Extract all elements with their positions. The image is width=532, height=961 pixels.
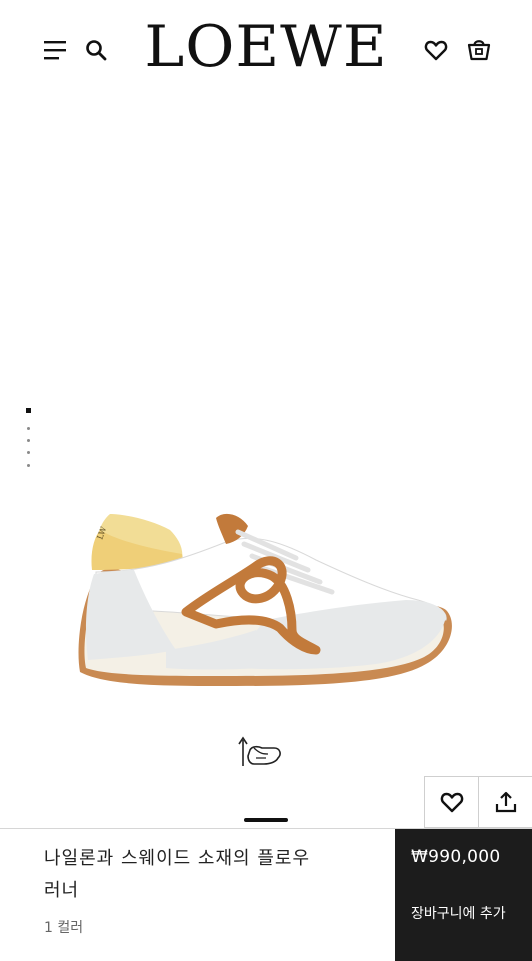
gallery-dot[interactable] xyxy=(27,439,30,442)
wishlist-button[interactable] xyxy=(422,36,450,64)
shopping-bag-button[interactable] xyxy=(464,34,494,64)
gallery-pagination[interactable] xyxy=(26,406,34,470)
brand-logo[interactable]: LOEWE xyxy=(0,14,532,81)
shopping-bag-icon xyxy=(467,40,491,61)
gallery-dot[interactable] xyxy=(26,408,31,413)
site-header: LOEWE xyxy=(0,0,532,100)
product-price: ₩990,000 xyxy=(411,847,501,867)
share-button[interactable] xyxy=(478,777,532,827)
product-image-gallery[interactable] xyxy=(0,100,532,828)
product-action-bar xyxy=(424,776,532,828)
sheet-drag-handle[interactable] xyxy=(244,818,288,822)
share-icon xyxy=(495,791,516,813)
gallery-dot[interactable] xyxy=(27,451,30,454)
swipe-up-hint-icon xyxy=(238,736,281,766)
heart-icon xyxy=(424,40,448,61)
product-name: 나일론과 스웨이드 소재의 플로우 러너 xyxy=(44,848,311,901)
heart-icon xyxy=(440,792,463,813)
product-color-count[interactable]: 1 컬러 xyxy=(44,917,83,937)
product-bottom-bar: 나일론과 스웨이드 소재의 플로우 러너 1 컬러 ₩990,000 장바구니에… xyxy=(0,828,532,961)
add-to-wishlist-button[interactable] xyxy=(425,777,478,827)
add-to-cart-label: 장바구니에 추가 xyxy=(411,906,506,922)
product-image: LW xyxy=(78,513,452,686)
gallery-dot[interactable] xyxy=(27,464,30,467)
gallery-dot[interactable] xyxy=(27,427,30,430)
add-to-cart-button[interactable]: ₩990,000 장바구니에 추가 xyxy=(395,829,532,961)
